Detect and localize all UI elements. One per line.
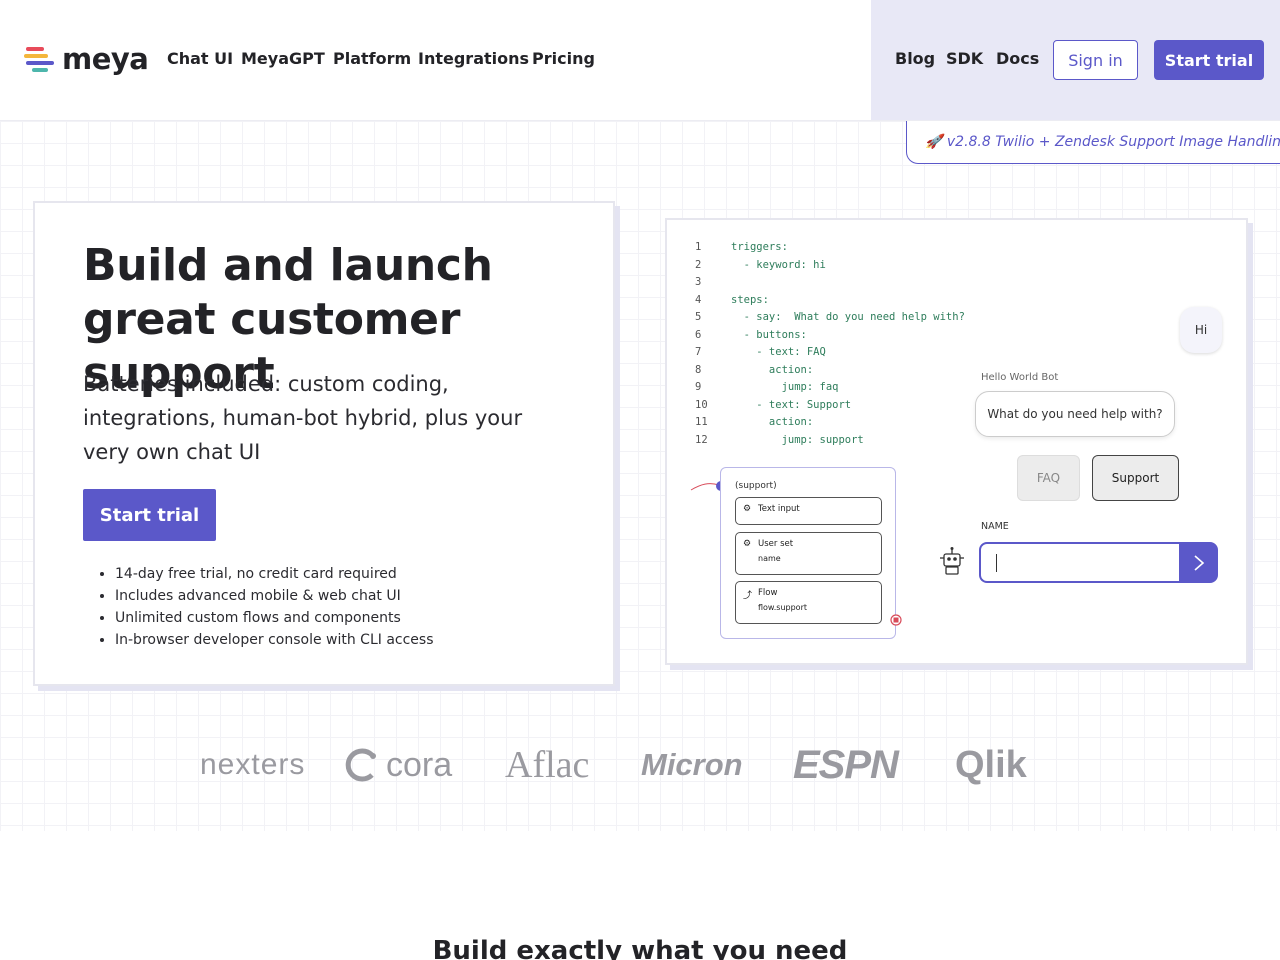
feature-item: Includes advanced mobile & web chat UI [115,585,434,607]
robot-avatar-icon [940,547,964,575]
quick-reply-faq[interactable]: FAQ [1017,455,1080,501]
flow-node-text-input: ⚙ Text input [735,497,882,525]
feature-item: 14-day free trial, no credit card requir… [115,563,434,585]
component-icon: ⚙ [743,504,752,514]
customer-logo-espn: ESPN [793,742,899,787]
feature-list: 14-day free trial, no credit card requir… [115,563,434,651]
code-editor: 1 triggers: 2 - keyword: hi 3 4 steps: 5 -… [695,241,965,446]
quick-reply-support[interactable]: Support [1092,455,1179,501]
feature-item: In-browser developer console with CLI ac… [115,629,434,651]
release-announcement[interactable]: 🚀 v2.8.8 Twilio + Zendesk Support Image … [906,121,1280,164]
meya-logo-icon [24,44,54,74]
hero-card: Build and launch great customer support … [33,201,615,686]
customer-logo-aflac: Aflac [505,744,590,786]
customer-logo-qlik: Qlik [955,743,1027,786]
product-illustration: 1 triggers: 2 - keyword: hi 3 4 steps: 5 -… [665,218,1248,665]
nav-sdk[interactable]: SDK [946,49,983,68]
nav-docs[interactable]: Docs [996,49,1039,68]
flow-node-user-set: ⚙ User set name [735,532,882,575]
bot-message-bubble: What do you need help with? [975,391,1175,437]
logo-text: meya [62,42,149,76]
customer-logo-nexters: nexters [200,748,306,781]
flow-icon: ⤴ [743,591,753,601]
name-field-label: NAME [981,521,1009,532]
flow-title: (support) [735,481,777,491]
nav-pricing[interactable]: Pricing [532,49,595,68]
bot-name: Hello World Bot [981,372,1059,383]
meya-logo[interactable]: meya [24,42,149,76]
nav-meyagpt[interactable]: MeyaGPT [241,49,325,68]
customer-logo-cora: cora [344,740,452,790]
sign-in-button[interactable]: Sign in [1053,40,1138,80]
nav-integrations[interactable]: Integrations [418,49,529,68]
feature-item: Unlimited custom flows and components [115,607,434,629]
nav-chat-ui[interactable]: Chat UI [167,49,233,68]
cora-mark-icon [345,748,376,782]
end-node-icon [890,614,902,626]
send-button[interactable] [1179,542,1218,583]
customer-logo-micron: Micron [641,747,743,782]
flow-node-flow: ⤴ Flow flow.support [735,581,882,624]
chevron-right-icon [1193,554,1204,571]
component-icon: ⚙ [743,539,752,549]
hero-subtitle: Batteries included: custom coding, integ… [83,372,523,464]
start-trial-header-button[interactable]: Start trial [1154,40,1264,80]
name-input[interactable] [979,542,1181,583]
start-trial-hero-button[interactable]: Start trial [83,489,216,541]
flow-diagram: (support) ⚙ Text input ⚙ User set name ⤴… [720,467,896,639]
nav-platform[interactable]: Platform [333,49,411,68]
user-message-bubble: Hi [1180,307,1222,353]
site-header: meya Chat UI MeyaGPT Platform Integratio… [0,0,1280,121]
nav-blog[interactable]: Blog [895,49,935,68]
section-title: Build exactly what you need [432,936,848,960]
